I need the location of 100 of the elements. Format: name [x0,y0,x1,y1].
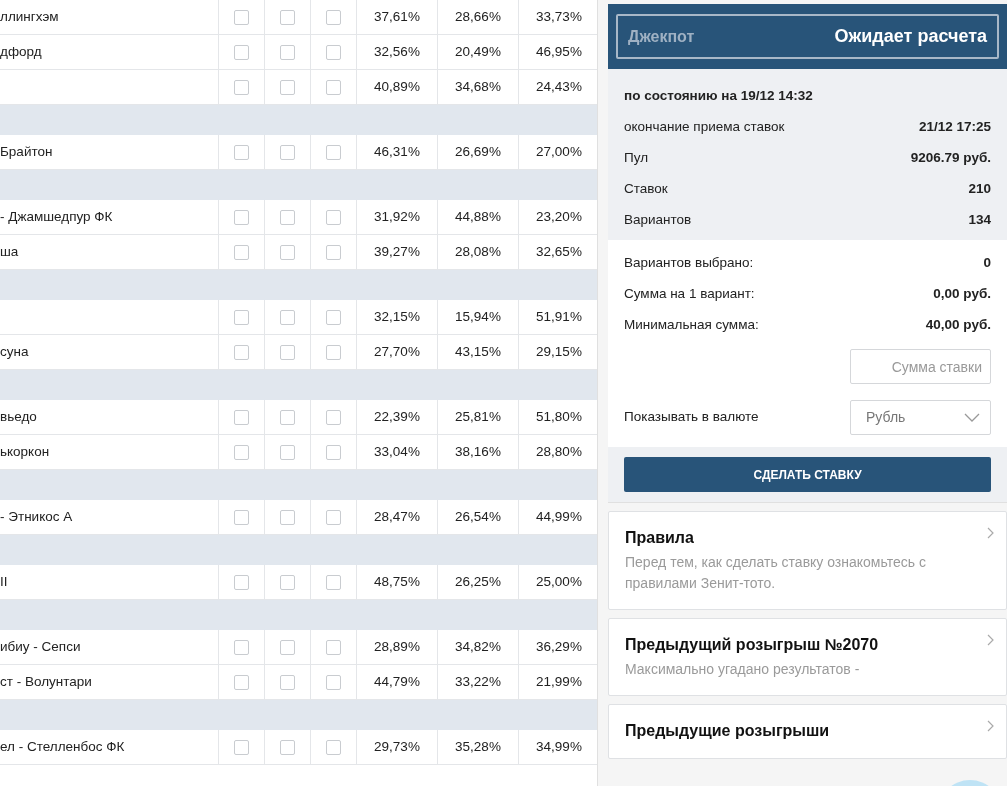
pick-checkbox[interactable] [280,574,295,590]
pick-checkbox[interactable] [234,44,249,60]
pick-checkbox[interactable] [234,639,249,655]
amount-input-field[interactable]: Сумма ставки [850,349,991,384]
match-name: суна [0,342,29,361]
probability-cell-text: 27,70% [374,342,420,361]
pick-checkbox[interactable] [234,739,249,755]
bet-value: 0,00 руб. [933,285,991,304]
probability-cell-text: 28,47% [374,507,420,526]
pick-checkbox[interactable] [234,344,249,360]
probability-cell-text: 33,73% [536,7,582,26]
probability-cell-text: 37,61% [374,7,420,26]
probability-cell-text: 28,66% [455,7,501,26]
pick-checkbox[interactable] [234,79,249,95]
bet-label: Сумма на 1 вариант: [624,285,755,304]
pick-checkbox[interactable] [280,674,295,690]
info-label: Вариантов [624,211,692,230]
pick-checkbox[interactable] [234,9,249,25]
jackpot-label: Джекпот [628,26,695,47]
pick-checkbox[interactable] [280,209,295,225]
probability-cell-text: 44,99% [536,507,582,526]
pick-checkbox[interactable] [326,739,341,755]
probability-cell-text: 44,88% [455,207,501,226]
probability-cell-text: 29,15% [536,342,582,361]
probability-cell-text: 51,80% [536,407,582,426]
pick-checkbox[interactable] [280,309,295,325]
bet-value: 0 [983,254,991,273]
chevron-down-icon [964,413,980,422]
probability-cell-text: 46,31% [374,142,420,161]
pick-checkbox[interactable] [326,79,341,95]
probability-cell-text: 23,20% [536,207,582,226]
info-value: 134 [968,211,991,230]
probability-cell-text: 34,82% [455,637,501,656]
pick-checkbox[interactable] [326,444,341,460]
match-name: II [0,572,8,591]
card-description: Максимально угадано результатов - [625,660,861,679]
pick-checkbox[interactable] [280,144,295,160]
probability-cell-text: 32,56% [374,42,420,61]
card-title: Предыдущие розыгрыши [625,721,831,741]
pick-checkbox[interactable] [280,244,295,260]
probability-cell-text: 44,79% [374,672,420,691]
as-of-text: по состоянию на 19/12 14:32 [624,87,813,106]
probability-cell-text: 48,75% [374,572,420,591]
pick-checkbox[interactable] [280,739,295,755]
probability-cell-text: 32,65% [536,242,582,261]
match-name: ибиу - Сепси [0,637,81,656]
currency-label: Показывать в валюте [624,408,759,427]
probability-cell-text: 28,08% [455,242,501,261]
chevron-right-icon [987,527,994,539]
match-name: ша [0,242,19,261]
pick-checkbox[interactable] [280,44,295,60]
pick-checkbox[interactable] [234,444,249,460]
card-description: Перед тем, как сделать ставку ознакомьтесь с правилами Зенит-тото. [625,553,927,593]
pick-checkbox[interactable] [326,674,341,690]
currency-dropdown[interactable]: Рубль [850,400,991,435]
pick-checkbox[interactable] [326,209,341,225]
pick-checkbox[interactable] [280,509,295,525]
pick-checkbox[interactable] [326,344,341,360]
pick-checkbox[interactable] [326,309,341,325]
pick-checkbox[interactable] [326,144,341,160]
probability-cell-text: 34,99% [536,737,582,756]
pick-checkbox[interactable] [234,574,249,590]
probability-cell-text: 21,99% [536,672,582,691]
pick-checkbox[interactable] [234,209,249,225]
pick-checkbox[interactable] [280,444,295,460]
match-name: дфорд [0,42,42,61]
pick-checkbox[interactable] [234,309,249,325]
pick-checkbox[interactable] [234,244,249,260]
pick-checkbox[interactable] [234,509,249,525]
pick-checkbox[interactable] [326,409,341,425]
link-card[interactable]: Правила Перед тем, как сделать ставку ознакомьтесь с правилами Зенит-тото. [608,511,1007,610]
bet-label: Вариантов выбрано: [624,254,754,273]
pick-checkbox[interactable] [280,639,295,655]
pick-checkbox[interactable] [234,144,249,160]
info-label: окончание приема ставок [624,118,785,137]
info-value: 210 [968,180,991,199]
pick-checkbox[interactable] [326,9,341,25]
pick-checkbox[interactable] [280,344,295,360]
match-name: ст - Волунтари [0,672,92,691]
pick-checkbox[interactable] [326,639,341,655]
pick-checkbox[interactable] [326,574,341,590]
pick-checkbox[interactable] [326,44,341,60]
pick-checkbox[interactable] [234,674,249,690]
match-name: - Этникос А [0,507,73,526]
link-card[interactable]: Предыдущий розыгрыш №2070 Максимально угадано результатов - [608,618,1007,696]
place-bet-button[interactable]: СДЕЛАТЬ СТАВКУ [624,457,991,492]
probability-cell-text: 25,81% [455,407,501,426]
jackpot-status: Ожидает расчета [834,25,987,48]
probability-cell-text: 25,00% [536,572,582,591]
pick-checkbox[interactable] [326,509,341,525]
pick-checkbox[interactable] [280,9,295,25]
pick-checkbox[interactable] [280,409,295,425]
link-card[interactable]: Предыдущие розыгрыши [608,704,1007,759]
probability-cell-text: 39,27% [374,242,420,261]
probability-cell-text: 38,16% [455,442,501,461]
pick-checkbox[interactable] [326,244,341,260]
probability-cell-text: 46,95% [536,42,582,61]
probability-cell-text: 34,68% [455,77,501,96]
pick-checkbox[interactable] [280,79,295,95]
pick-checkbox[interactable] [234,409,249,425]
